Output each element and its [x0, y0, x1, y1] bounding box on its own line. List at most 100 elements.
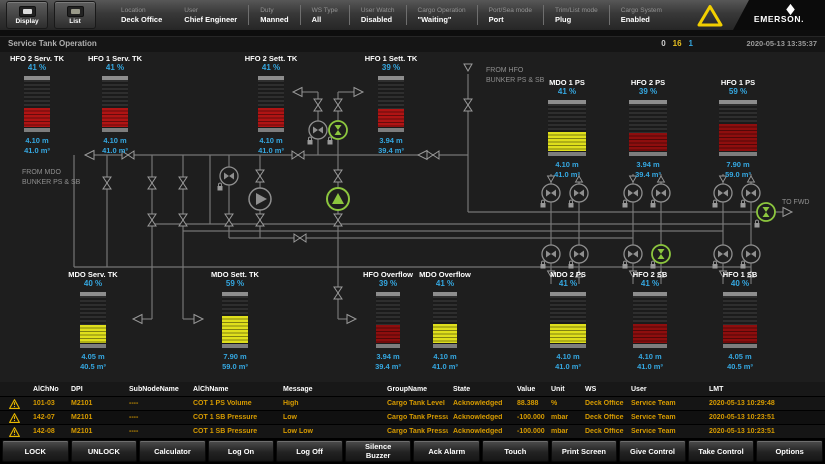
toolbar-button-print-screen[interactable]: Print Screen: [551, 440, 618, 462]
toolbar-button-lock[interactable]: LOCK: [2, 440, 69, 462]
alarm-warning-icon: [0, 399, 28, 409]
alarm-cell: COT 1 SB Pressure: [188, 414, 278, 421]
valve-closed-icon[interactable]: [652, 184, 670, 202]
display-icon: [19, 6, 36, 17]
alarm-row[interactable]: 142-07M2101----COT 1 SB PressureLowCargo…: [0, 411, 825, 425]
valve-icon[interactable]: [334, 287, 342, 299]
toolbar-button-log-off[interactable]: Log Off: [276, 440, 343, 462]
valve-closed-icon[interactable]: [624, 245, 642, 263]
tank-fill: [719, 124, 757, 151]
valve-closed-icon[interactable]: [714, 245, 732, 263]
alarm-cell: Service Team: [626, 400, 704, 407]
toolbar-button-silence-buzzer[interactable]: Silence Buzzer: [345, 440, 412, 462]
tank-graphic: [376, 292, 400, 348]
tank-hfo-1-serv-tk[interactable]: HFO 1 Serv. TK41 %4.10 m41.0 m³: [70, 54, 160, 155]
valve-icon[interactable]: [148, 214, 156, 226]
valve-closed-icon[interactable]: [220, 167, 238, 185]
valve-icon[interactable]: [464, 99, 472, 111]
column-header-groupname[interactable]: GroupName: [382, 386, 448, 393]
column-header-alchname[interactable]: AlChName: [188, 386, 278, 393]
field-value: Plug: [555, 15, 598, 24]
tank-name: HFO 1 SB: [723, 270, 758, 279]
toolbar-button-unlock[interactable]: UNLOCK: [71, 440, 138, 462]
valve-icon[interactable]: [294, 234, 306, 242]
tank-base: [24, 128, 50, 132]
toolbar-button-ack-alarm[interactable]: Ack Alarm: [413, 440, 480, 462]
tank-fill: [24, 108, 50, 127]
toolbar-button-take-control[interactable]: Take Control: [688, 440, 755, 462]
column-header-ws[interactable]: WS: [580, 386, 626, 393]
valve-closed-icon[interactable]: [542, 245, 560, 263]
header-field-trim-list-mode: Trim/List modePlug: [543, 5, 609, 25]
tank-volume: 41.0 m³: [24, 146, 50, 155]
status-bar: Service Tank Operation 0 16 1 2020-05-13…: [0, 30, 825, 53]
valve-closed-icon[interactable]: [570, 245, 588, 263]
display-view-button[interactable]: Display: [6, 1, 48, 29]
valve-icon[interactable]: [256, 170, 264, 182]
toolbar-button-give-control[interactable]: Give Control: [619, 440, 686, 462]
tank-mdo-overflow[interactable]: MDO Overflow41 %4.10 m41.0 m³: [400, 270, 490, 371]
valve-closed-icon[interactable]: [714, 184, 732, 202]
toolbar-button-touch[interactable]: Touch: [482, 440, 549, 462]
tank-base: [633, 344, 667, 348]
valve-closed-icon[interactable]: [542, 184, 560, 202]
toolbar-button-log-on[interactable]: Log On: [208, 440, 275, 462]
valve-open-icon[interactable]: [757, 203, 775, 221]
tank-hfo-1-sb[interactable]: HFO 1 SB40 %4.05 m40.5 m³: [695, 270, 785, 371]
alarm-row[interactable]: 101-03M2101----COT 1 PS VolumeHighCargo …: [0, 397, 825, 411]
valve-icon[interactable]: [103, 177, 111, 189]
tank-volume: 59.0 m³: [725, 170, 751, 179]
alarm-cell: mbar: [546, 428, 580, 435]
column-header-value[interactable]: Value: [512, 386, 546, 393]
tank-mdo-serv-tk[interactable]: MDO Serv. TK40 %4.05 m40.5 m³: [48, 270, 138, 371]
warning-triangle-icon[interactable]: [697, 4, 723, 27]
column-header-lmt[interactable]: LMT: [704, 386, 825, 393]
valve-icon[interactable]: [256, 214, 264, 226]
column-header-alchno[interactable]: AlChNo: [28, 386, 66, 393]
tank-base: [222, 344, 248, 348]
tank-hfo-2-sb[interactable]: HFO 2 SB41 %4.10 m41.0 m³: [605, 270, 695, 371]
column-header-user[interactable]: User: [626, 386, 704, 393]
tank-mdo-1-ps[interactable]: MDO 1 PS41 %4.10 m41.0 m³: [522, 78, 612, 179]
column-header-dpi[interactable]: DPI: [66, 386, 124, 393]
valve-closed-icon[interactable]: [570, 184, 588, 202]
tank-volume: 39.4 m³: [378, 146, 404, 155]
tank-hfo-1-sett-tk[interactable]: HFO 1 Sett. TK39 %3.94 m39.4 m³: [346, 54, 436, 155]
alarm-row[interactable]: 142-08M2101----COT 1 SB PressureLow LowC…: [0, 425, 825, 439]
valve-closed-icon[interactable]: [742, 184, 760, 202]
pump-stopped-icon[interactable]: [249, 188, 271, 210]
tank-hfo-2-sett-tk[interactable]: HFO 2 Sett. TK41 %4.10 m41.0 m³: [226, 54, 316, 155]
tank-hfo-1-ps[interactable]: HFO 1 PS59 %7.90 m59.0 m³: [693, 78, 783, 179]
valve-open-icon[interactable]: [652, 245, 670, 263]
valve-icon[interactable]: [179, 214, 187, 226]
valve-icon[interactable]: [148, 177, 156, 189]
tank-mdo-sett-tk[interactable]: MDO Sett. TK59 %7.90 m59.0 m³: [190, 270, 280, 371]
valve-icon[interactable]: [334, 170, 342, 182]
alarm-cell: Acknowledged: [448, 428, 512, 435]
column-header-state[interactable]: State: [448, 386, 512, 393]
tank-volume: 41.0 m³: [637, 362, 663, 371]
pump-running-icon[interactable]: [327, 188, 349, 210]
column-header-unit[interactable]: Unit: [546, 386, 580, 393]
column-header-message[interactable]: Message: [278, 386, 382, 393]
tank-fill: [548, 132, 586, 151]
valve-icon[interactable]: [179, 177, 187, 189]
valve-open-icon[interactable]: [329, 121, 347, 139]
tank-hfo-2-ps[interactable]: HFO 2 PS39 %3.94 m39.4 m³: [603, 78, 693, 179]
valve-closed-icon[interactable]: [624, 184, 642, 202]
list-view-button[interactable]: List: [54, 1, 96, 29]
valve-icon[interactable]: [334, 99, 342, 111]
tank-fill: [222, 316, 248, 343]
valve-closed-icon[interactable]: [742, 245, 760, 263]
tank-mdo-2-ps[interactable]: MDO 2 PS41 %4.10 m41.0 m³: [523, 270, 613, 371]
column-header-subnodename[interactable]: SubNodeName: [124, 386, 188, 393]
field-label: Cargo System: [621, 7, 662, 15]
valve-icon[interactable]: [225, 214, 233, 226]
toolbar-button-calculator[interactable]: Calculator: [139, 440, 206, 462]
alarm-counters[interactable]: 0 16 1: [661, 39, 693, 48]
toolbar-button-options[interactable]: Options: [756, 440, 823, 462]
tank-level: 3.94 m: [379, 136, 402, 145]
system-clock: 2020-05-13 13:35:37: [707, 39, 817, 48]
tank-fill: [550, 324, 586, 343]
valve-icon[interactable]: [334, 214, 342, 226]
